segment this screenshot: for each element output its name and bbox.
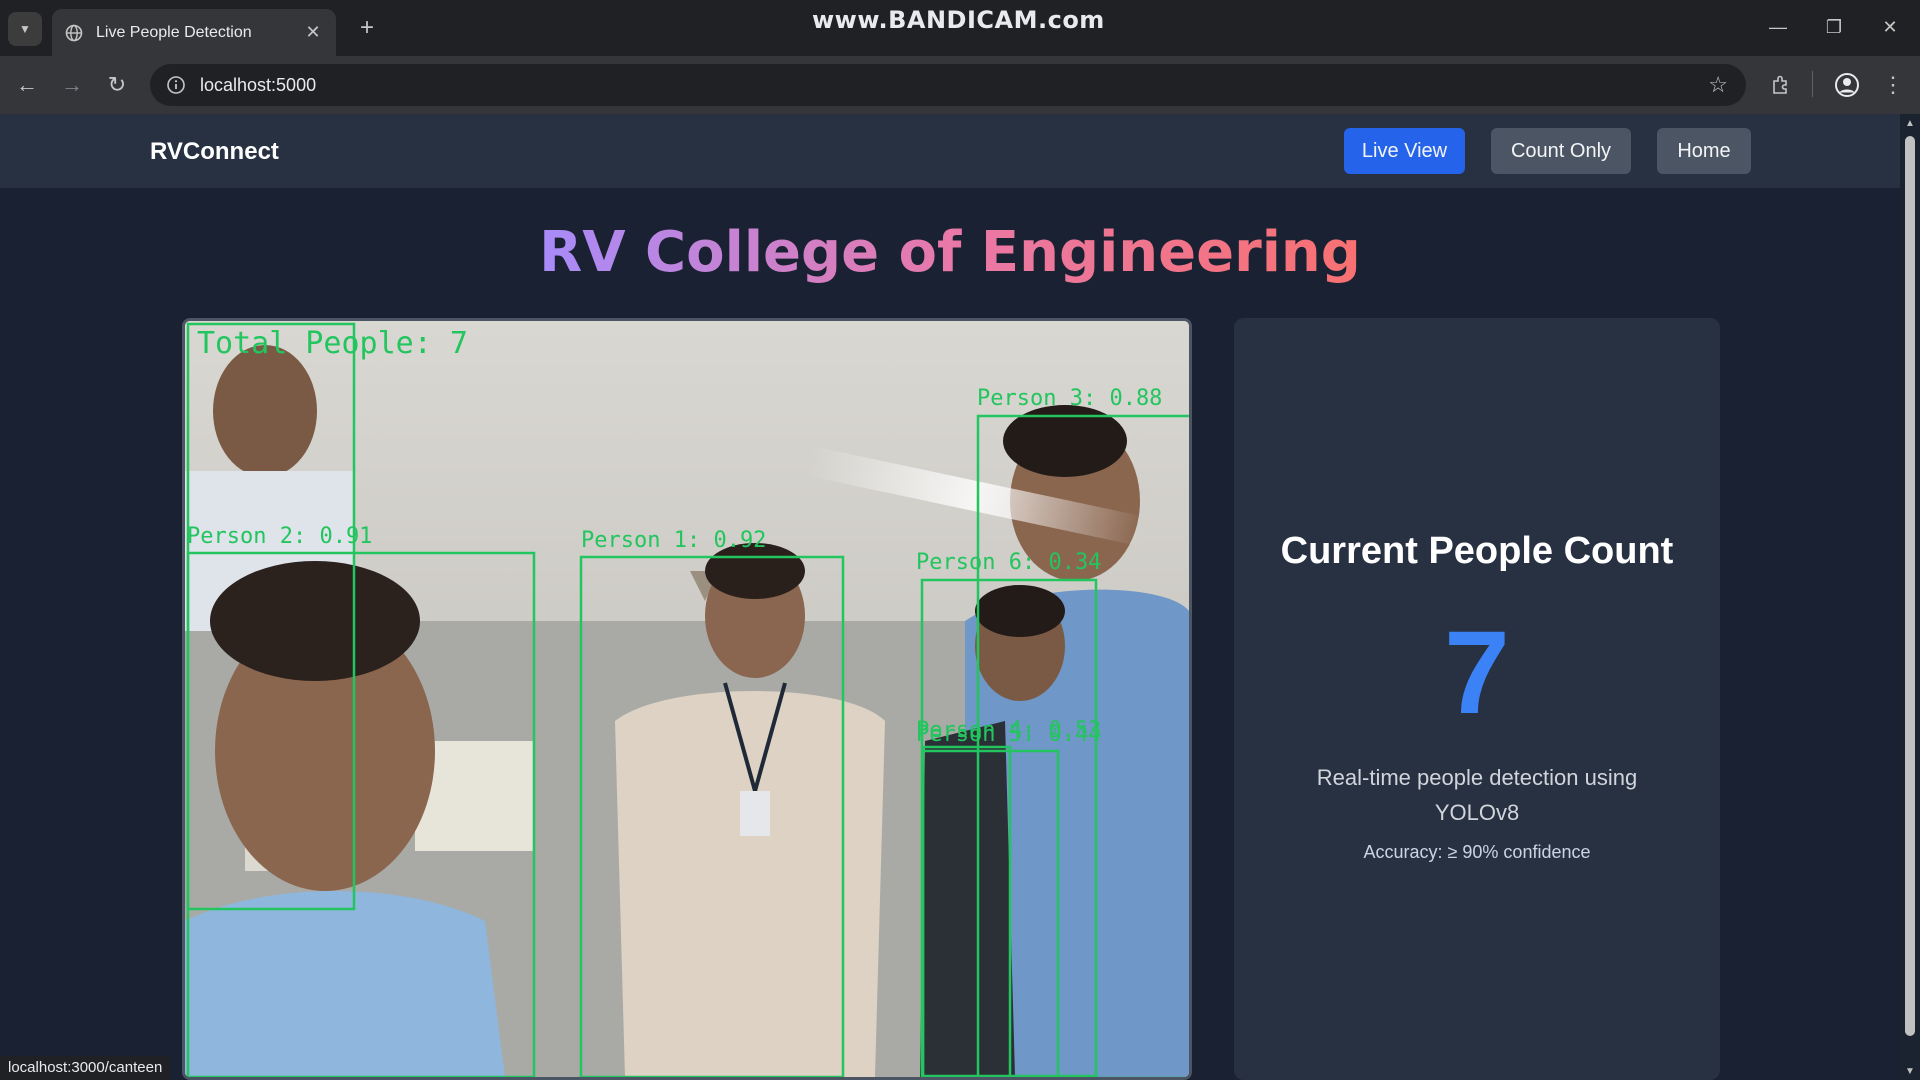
- scroll-down-arrow-icon[interactable]: ▼: [1904, 1066, 1916, 1078]
- url-text: localhost:5000: [200, 74, 317, 95]
- count-description: Real-time people detection using YOLOv8: [1316, 765, 1638, 825]
- count-only-button[interactable]: Count Only: [1491, 128, 1631, 174]
- forward-arrow-icon[interactable]: →: [55, 68, 89, 102]
- accuracy-note: Accuracy: ≥ 90% confidence: [1363, 842, 1591, 862]
- reload-icon[interactable]: ↻: [100, 68, 134, 102]
- bookmark-star-icon[interactable]: ☆: [1708, 72, 1728, 98]
- detection-label-person-5: Person 5: 0.44: [916, 722, 1101, 747]
- profile-avatar-icon[interactable]: [1830, 68, 1864, 102]
- tab-search-chevron-icon[interactable]: ▼: [8, 12, 42, 46]
- people-count-value: 7: [1444, 607, 1510, 739]
- restore-icon[interactable]: ❐: [1814, 12, 1854, 42]
- people-count-panel: Current People Count 7 Real-time people …: [1234, 318, 1720, 1080]
- scroll-thumb[interactable]: [1905, 136, 1915, 1036]
- address-bar[interactable]: localhost:5000 ☆: [150, 64, 1746, 106]
- back-arrow-icon[interactable]: ←: [10, 68, 44, 102]
- page-title-text: RV College of Engineering: [539, 220, 1361, 285]
- detection-label-person-2: Person 2: 0.91: [187, 524, 372, 549]
- globe-icon: [64, 23, 84, 43]
- recorder-watermark: www.BANDICAM.com: [812, 6, 1105, 34]
- tab-title: Live People Detection: [96, 23, 252, 41]
- live-view-button[interactable]: Live View: [1344, 128, 1465, 174]
- extensions-icon[interactable]: [1764, 68, 1798, 102]
- page-scrollbar[interactable]: ▲ ▼: [1900, 114, 1920, 1080]
- video-frame-svg: Total People: 7 Person 3: 0.88 Person 2:…: [185, 321, 1189, 1077]
- window-close-icon[interactable]: ✕: [1870, 12, 1910, 42]
- toolbar-separator: [1812, 71, 1813, 97]
- page-title: RV College of Engineering: [0, 220, 1900, 290]
- link-status-bubble: localhost:3000/canteen: [0, 1056, 171, 1080]
- brand-logo-text[interactable]: RVConnect: [150, 138, 279, 166]
- count-panel-title: Current People Count: [1280, 530, 1674, 572]
- detection-label-person-1: Person 1: 0.92: [581, 528, 766, 553]
- total-people-overlay: Total People: 7: [197, 326, 468, 361]
- minimize-icon[interactable]: —: [1758, 12, 1798, 42]
- app-navbar: RVConnect Live View Count Only Home: [0, 114, 1900, 188]
- home-button[interactable]: Home: [1657, 128, 1751, 174]
- browser-toolbar: ← → ↻ localhost:5000 ☆ ⋮: [0, 56, 1920, 114]
- new-tab-plus-icon[interactable]: +: [352, 14, 382, 42]
- detection-label-person-6: Person 6: 0.34: [916, 550, 1101, 575]
- browser-tabstrip: ▼ Live People Detection ✕ + www.BANDICAM…: [0, 0, 1920, 56]
- scroll-up-arrow-icon[interactable]: ▲: [1904, 118, 1916, 130]
- browser-menu-kebab-icon[interactable]: ⋮: [1876, 68, 1910, 102]
- site-info-icon[interactable]: [164, 73, 188, 97]
- tab-close-icon[interactable]: ✕: [302, 22, 324, 43]
- browser-tab[interactable]: Live People Detection ✕: [52, 9, 336, 56]
- live-video-feed: Total People: 7 Person 3: 0.88 Person 2:…: [182, 318, 1192, 1080]
- detection-label-person-3: Person 3: 0.88: [977, 386, 1162, 411]
